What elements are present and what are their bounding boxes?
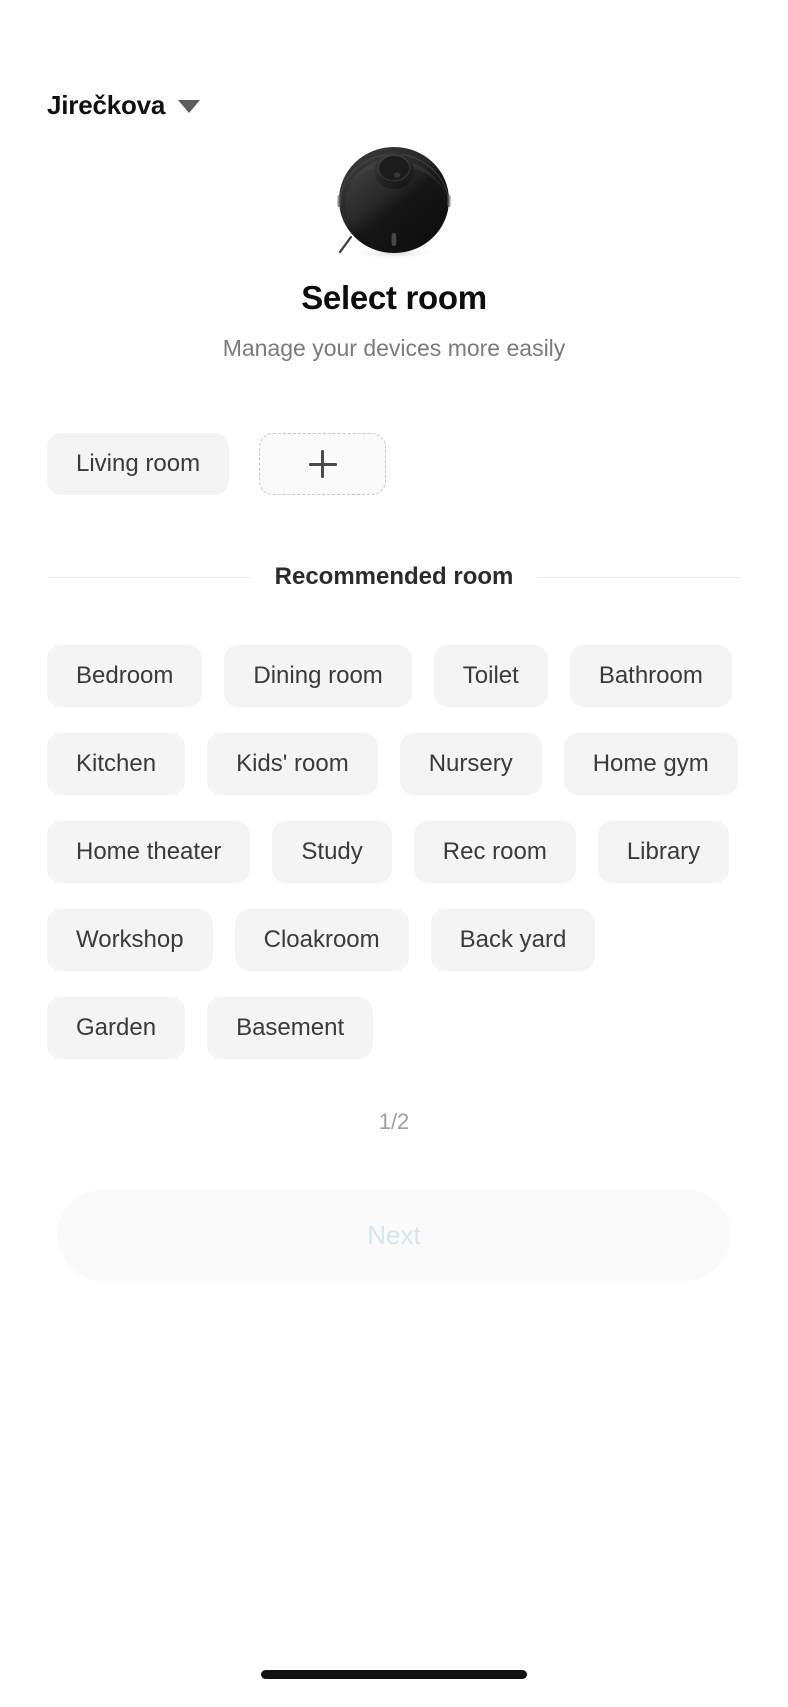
divider-line-right <box>537 576 741 578</box>
home-indicator[interactable] <box>261 1670 527 1679</box>
chevron-down-icon[interactable] <box>178 100 201 113</box>
recommended-room-chip[interactable]: Workshop <box>47 909 213 971</box>
home-name-label[interactable]: Jirečkova <box>47 92 165 118</box>
recommended-room-chip[interactable]: Rec room <box>413 821 576 883</box>
recommended-room-chip[interactable]: Bathroom <box>569 645 732 707</box>
page-subtitle: Manage your devices more easily <box>222 335 566 361</box>
selected-room-chip-living-room[interactable]: Living room <box>47 433 230 495</box>
next-button[interactable]: Next <box>57 1189 731 1281</box>
add-room-button[interactable] <box>259 433 387 495</box>
plus-icon <box>308 450 337 478</box>
recommended-room-chip[interactable]: Basement <box>207 997 374 1059</box>
recommended-room-chip[interactable]: Toilet <box>433 645 548 707</box>
footer: Next <box>0 1189 788 1281</box>
recommended-room-chip[interactable]: Garden <box>47 997 186 1059</box>
robot-vacuum-image <box>333 145 455 263</box>
recommended-room-chip[interactable]: Dining room <box>224 645 412 707</box>
recommended-room-chip[interactable]: Study <box>272 821 392 883</box>
recommended-section-label: Recommended room <box>274 563 514 590</box>
selected-rooms-row: Living room <box>0 433 788 495</box>
page-title: Select room <box>301 279 487 316</box>
device-image-container <box>0 123 788 263</box>
recommended-room-chip[interactable]: Cloakroom <box>234 909 409 971</box>
recommended-room-chip[interactable]: Back yard <box>430 909 596 971</box>
page-indicator: 1/2 <box>378 1109 410 1134</box>
recommended-rooms-grid: Bedroom Dining room Toilet Bathroom Kitc… <box>0 645 788 1059</box>
divider-line-left <box>47 576 251 578</box>
recommended-room-chip[interactable]: Kitchen <box>47 733 186 795</box>
recommended-room-chip[interactable]: Home theater <box>47 821 251 883</box>
recommended-room-chip[interactable]: Home gym <box>563 733 738 795</box>
recommended-room-chip[interactable]: Kids' room <box>207 733 378 795</box>
recommended-room-chip[interactable]: Nursery <box>399 733 542 795</box>
select-room-screen: Jirečkova Select room Manage your device… <box>0 0 788 1707</box>
recommended-room-chip[interactable]: Bedroom <box>47 645 203 707</box>
recommended-room-chip[interactable]: Library <box>597 821 730 883</box>
header: Jirečkova <box>0 0 788 118</box>
home-indicator-container <box>0 1670 788 1679</box>
recommended-section-divider: Recommended room <box>0 563 788 591</box>
